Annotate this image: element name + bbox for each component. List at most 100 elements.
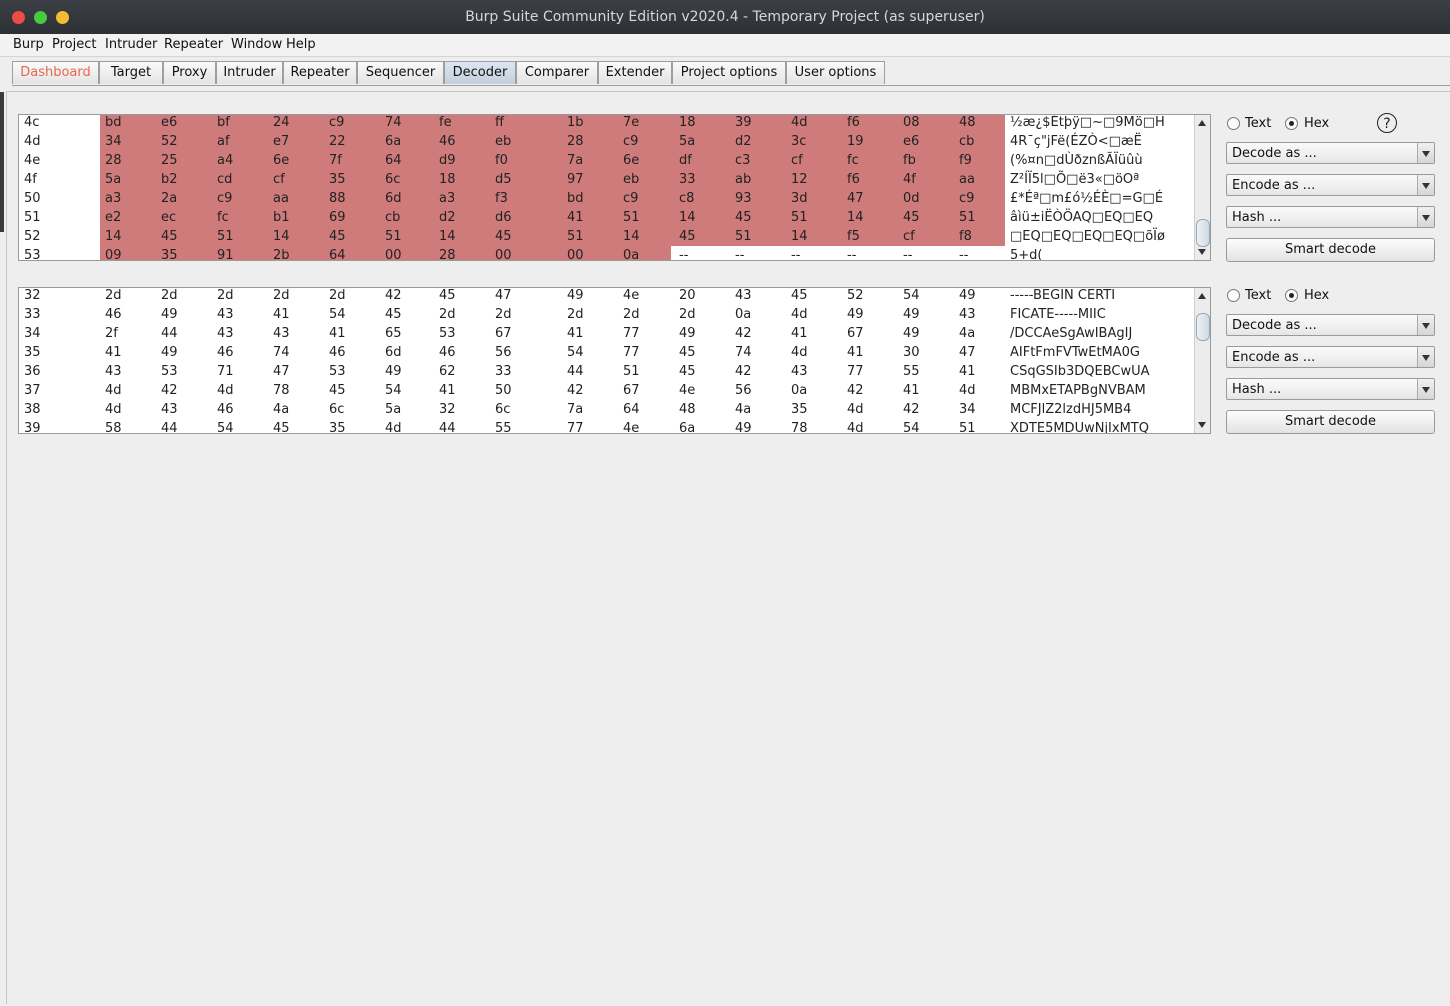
hex-byte[interactable]: 28 [105, 151, 122, 170]
hex-byte[interactable]: 45 [329, 227, 346, 246]
hex-byte[interactable]: 71 [217, 362, 234, 381]
hex-byte[interactable]: 6d [385, 343, 402, 362]
tab-decoder[interactable]: Decoder [444, 61, 516, 84]
ascii-text[interactable]: CSqGSIb3DQEBCwUA [1010, 362, 1150, 381]
hex-byte[interactable]: 67 [623, 381, 640, 400]
hex-byte[interactable]: 4d [791, 343, 808, 362]
hex-byte[interactable]: fb [903, 151, 916, 170]
hex-byte[interactable]: aa [273, 189, 289, 208]
hex-byte[interactable]: 00 [495, 246, 512, 260]
hex-byte[interactable]: ff [495, 115, 504, 132]
hex-byte[interactable]: 46 [105, 305, 122, 324]
hex-byte[interactable]: 43 [273, 324, 290, 343]
hex-byte[interactable]: d9 [439, 151, 456, 170]
hex-byte[interactable]: eb [623, 170, 639, 189]
hex-byte[interactable]: 46 [217, 343, 234, 362]
hex-byte[interactable]: 49 [903, 305, 920, 324]
hex-byte[interactable]: -- [791, 246, 800, 260]
hex-byte[interactable]: 41 [847, 343, 864, 362]
hex-radio-2[interactable] [1285, 289, 1298, 302]
tab-user-options[interactable]: User options [786, 61, 885, 84]
hex-byte[interactable]: 4a [959, 324, 975, 343]
hex-byte[interactable]: 51 [623, 362, 640, 381]
hex-byte[interactable]: 6e [273, 151, 289, 170]
hex-byte[interactable]: 49 [161, 305, 178, 324]
hex-byte[interactable]: 4d [791, 305, 808, 324]
hex-byte[interactable]: 7a [567, 151, 583, 170]
hex-byte[interactable]: 44 [439, 419, 456, 433]
scroll-thumb[interactable] [1196, 219, 1210, 247]
hex-byte[interactable]: f5 [847, 227, 860, 246]
hex-byte[interactable]: 78 [273, 381, 290, 400]
hex-byte[interactable]: 56 [495, 343, 512, 362]
hex-byte[interactable]: 35 [329, 170, 346, 189]
hex-byte[interactable]: 5a [105, 170, 121, 189]
hex-byte[interactable]: f8 [959, 227, 972, 246]
hex-byte[interactable]: 47 [847, 189, 864, 208]
hex-byte[interactable]: 91 [217, 246, 234, 260]
hex-byte[interactable]: 51 [567, 227, 584, 246]
hex-byte[interactable]: 42 [385, 288, 402, 305]
hex-byte[interactable]: 47 [495, 288, 512, 305]
ascii-text[interactable]: 5+d( [1010, 246, 1043, 260]
hex-byte[interactable]: 51 [623, 208, 640, 227]
menu-window[interactable]: Window [231, 37, 282, 52]
hex-byte[interactable]: 2d [329, 288, 346, 305]
hex-byte[interactable]: 45 [903, 208, 920, 227]
hex-byte[interactable]: cd [217, 170, 232, 189]
hex-byte[interactable]: 2b [273, 246, 290, 260]
hex-byte[interactable]: 28 [567, 132, 584, 151]
hex-byte[interactable]: 43 [217, 324, 234, 343]
hex-byte[interactable]: 41 [105, 343, 122, 362]
hex-byte[interactable]: 51 [735, 227, 752, 246]
hex-byte[interactable]: 0d [903, 189, 920, 208]
hex-byte[interactable]: 00 [567, 246, 584, 260]
hex-byte[interactable]: 47 [959, 343, 976, 362]
hex-byte[interactable]: fe [439, 115, 452, 132]
hex-byte[interactable]: 4d [105, 381, 122, 400]
hex-byte[interactable]: 53 [329, 362, 346, 381]
hex-byte[interactable]: 0a [791, 381, 807, 400]
hex-byte[interactable]: 6c [385, 170, 400, 189]
hex-byte[interactable]: 53 [161, 362, 178, 381]
hex-editor-panel-2[interactable]: 32 2d 2d 2d 2d 2d 42 45 47 49 4e 20 43 45 52 54 49 -----B… [18, 287, 1211, 434]
decode-as-select-1[interactable]: Decode as ... [1226, 142, 1435, 164]
hex-byte[interactable]: 43 [735, 288, 752, 305]
hex-byte[interactable]: 49 [903, 324, 920, 343]
hex-byte[interactable]: 4f [903, 170, 916, 189]
hex-byte[interactable]: 7f [329, 151, 342, 170]
hex-byte[interactable]: 41 [959, 362, 976, 381]
hex-byte[interactable]: b1 [273, 208, 290, 227]
menu-burp[interactable]: Burp [13, 37, 44, 52]
hex-byte[interactable]: 77 [847, 362, 864, 381]
hex-byte[interactable]: 2d [273, 288, 290, 305]
hex-byte[interactable]: 52 [847, 288, 864, 305]
scroll-up-icon[interactable] [1198, 120, 1206, 126]
hex-byte[interactable]: 19 [847, 132, 864, 151]
hex-byte[interactable]: 2d [439, 305, 456, 324]
hex-byte[interactable]: c8 [679, 189, 694, 208]
ascii-text[interactable]: □EQ□EQ□EQ□EQ□õÏø [1010, 227, 1165, 246]
hex-byte[interactable]: 2a [161, 189, 177, 208]
ascii-text[interactable]: 4R¯ç"jFë(ÉZÒ<□æË [1010, 132, 1142, 151]
hex-byte[interactable]: 20 [679, 288, 696, 305]
hex-byte[interactable]: 33 [679, 170, 696, 189]
hash-select-1[interactable]: Hash ... [1226, 206, 1435, 228]
hash-select-2[interactable]: Hash ... [1226, 378, 1435, 400]
hex-byte[interactable]: 64 [329, 246, 346, 260]
hex-byte[interactable]: 41 [903, 381, 920, 400]
hex-byte[interactable]: 7a [567, 400, 583, 419]
hex-byte[interactable]: 64 [385, 151, 402, 170]
ascii-text[interactable]: ½æ¿$Étþÿ□~□9Mö□H [1010, 115, 1165, 132]
ascii-text[interactable]: MCFJlZ2lzdHJ5MB4 [1010, 400, 1131, 419]
ascii-text[interactable]: MBMxETAPBgNVBAM [1010, 381, 1146, 400]
hex-byte[interactable]: 3c [791, 132, 806, 151]
hex-editor-panel-1[interactable]: 4c bd e6 bf 24 c9 74 fe ff 1b 7e 18 39 4d f6 08 48 ½æ¿$Ét… [18, 114, 1211, 261]
hex-byte[interactable]: 2d [567, 305, 584, 324]
tab-target[interactable]: Target [99, 61, 163, 84]
scroll-down-icon[interactable] [1198, 422, 1206, 428]
hex-byte[interactable]: 1b [567, 115, 584, 132]
hex-byte[interactable]: 51 [217, 227, 234, 246]
hex-byte[interactable]: 34 [105, 132, 122, 151]
hex-byte[interactable]: 35 [791, 400, 808, 419]
